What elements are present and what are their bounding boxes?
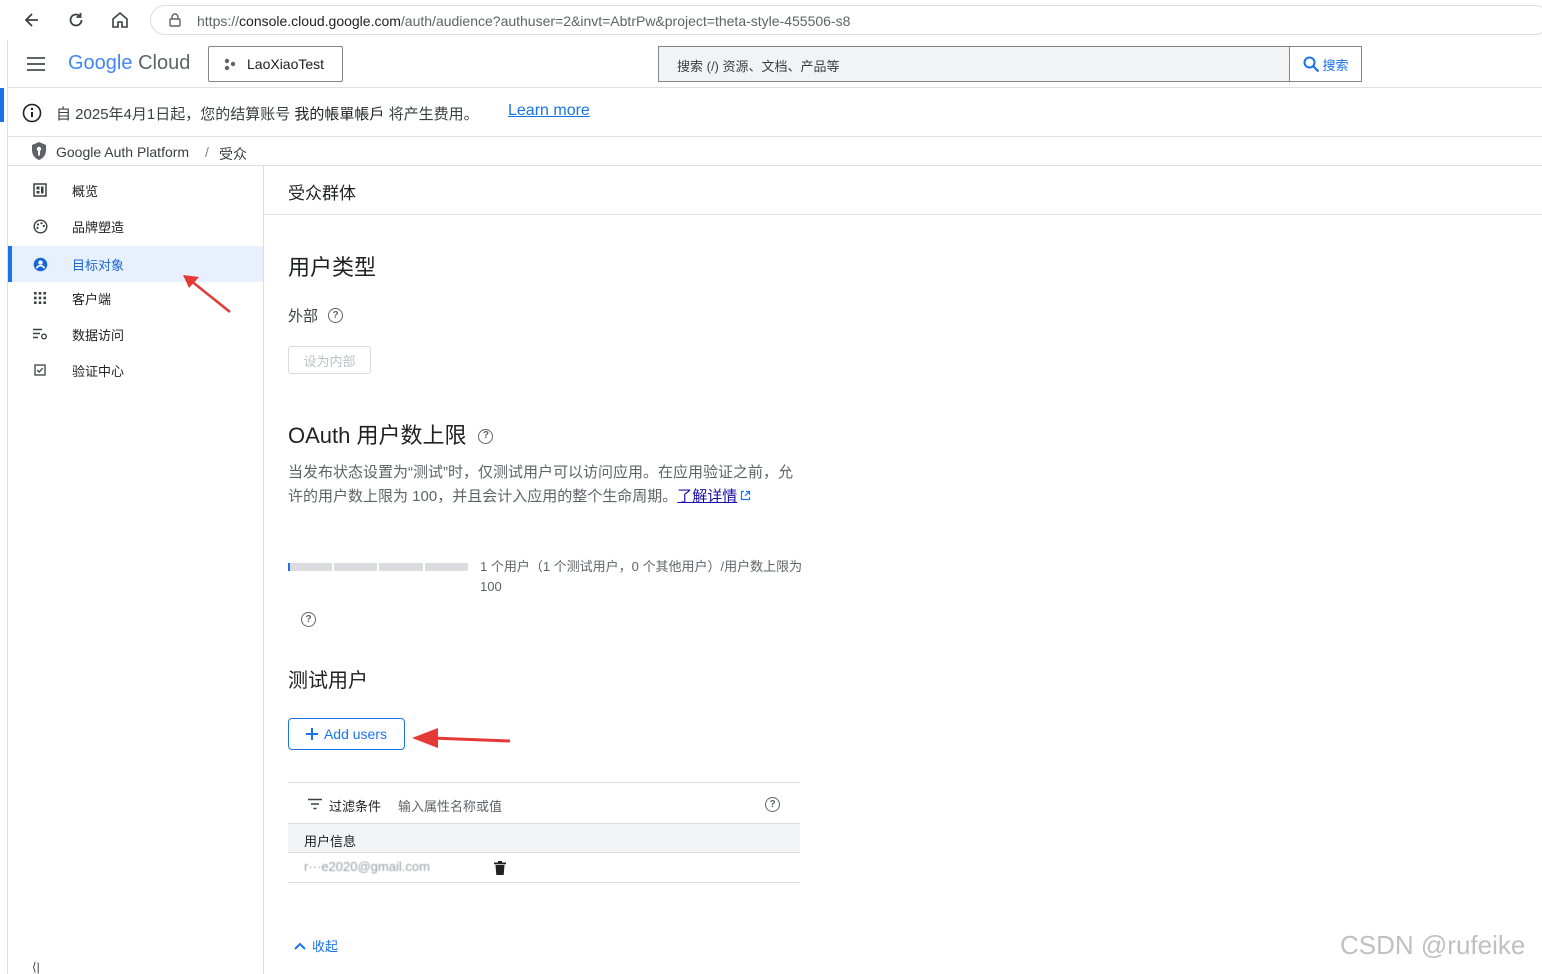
project-picker-button[interactable]: LaoXiaoTest (208, 46, 343, 82)
add-users-button[interactable]: Add users (288, 718, 405, 750)
watermark: CSDN @rufeike (1340, 930, 1526, 960)
user-email: r···e2020@gmail.com (304, 859, 430, 874)
chevron-up-icon (294, 942, 306, 950)
billing-banner: 自 2025年4月1日起，您的结算账号 我的帳單帳戶 将产生费用。 Learn … (8, 89, 1542, 137)
left-edge (0, 40, 8, 974)
sidebar-item-data-access[interactable]: 数据访问 (8, 316, 263, 352)
banner-message: 自 2025年4月1日起，您的结算账号 我的帳單帳戶 将产生费用。 (56, 106, 479, 123)
sidebar-item-label: 品牌塑造 (72, 219, 125, 235)
google-cloud-logo[interactable]: Google Cloud (68, 52, 190, 75)
dashboard-icon (32, 182, 48, 198)
project-icon (223, 57, 237, 71)
menu-icon[interactable] (26, 55, 46, 78)
user-type-value-row: 外部 ? (288, 305, 344, 326)
apps-grid-icon (32, 290, 48, 306)
sidebar-item-overview[interactable]: 概览 (8, 172, 263, 208)
sidebar-item-branding[interactable]: 品牌塑造 (8, 208, 263, 244)
check-box-icon (32, 362, 48, 378)
annotation-arrow-sidebar (183, 275, 231, 313)
back-icon[interactable] (18, 6, 46, 34)
home-icon[interactable] (106, 6, 134, 34)
top-header: Google Cloud LaoXiaoTest 搜索 (/) 资源、文档、产品… (8, 40, 1542, 88)
help-icon[interactable]: ? (765, 797, 780, 812)
test-users-table: 过滤条件 输入属性名称或值 ? 用户信息 r···e2020@gmail.com (288, 782, 800, 883)
left-edge-accent (0, 88, 4, 122)
external-link-icon (740, 490, 751, 501)
browser-toolbar: https://console.cloud.google.com/auth/au… (0, 0, 1542, 40)
collapse-link[interactable]: 收起 (294, 936, 338, 955)
filter-label: 过滤条件 (329, 799, 382, 814)
url-text: https://console.cloud.google.com/auth/au… (197, 13, 851, 29)
logo-google: Google (68, 52, 133, 74)
reload-icon[interactable] (62, 6, 90, 34)
logo-cloud: Cloud (138, 52, 191, 74)
user-cap-usage-text: 1 个用户（1 个测试用户，0 个其他用户）/用户数上限为 100 (480, 559, 803, 594)
oauth-learn-more-link[interactable]: 了解详情 (677, 488, 737, 505)
column-header-user-info: 用户信息 (304, 834, 357, 849)
auth-platform-shield-icon (30, 141, 48, 164)
collapse-label: 收起 (312, 939, 339, 954)
filter-icon (308, 797, 322, 815)
account-circle-icon (32, 256, 48, 272)
oauth-limit-description: 当发布状态设置为“测试”时，仅测试用户可以访问应用。在应用验证之前，允许的用户数… (288, 464, 793, 505)
help-icon[interactable]: ? (301, 612, 316, 627)
info-icon (22, 103, 42, 128)
oauth-limit-heading-row: OAuth 用户数上限 ? (288, 418, 494, 450)
project-name: LaoXiaoTest (247, 56, 325, 72)
search-button-label: 搜索 (1322, 57, 1349, 73)
page-title: 受众群体 (288, 184, 356, 203)
user-type-value: 外部 (288, 308, 319, 325)
collapse-sidebar-icon[interactable]: ⟨| (32, 960, 40, 974)
palette-icon (32, 218, 48, 234)
test-users-heading: 测试用户 (288, 670, 368, 692)
sidebar-item-label: 目标对象 (72, 257, 125, 273)
add-users-label: Add users (323, 726, 388, 742)
banner-learn-more-link[interactable]: Learn more (508, 102, 590, 120)
sidebar-item-verification-center[interactable]: 验证中心 (8, 352, 263, 388)
breadcrumb-product[interactable]: Google Auth Platform (56, 144, 189, 160)
sidebar-item-label: 客户端 (72, 291, 112, 307)
oauth-limit-heading: OAuth 用户数上限 (288, 423, 467, 448)
set-internal-button[interactable]: 设为内部 (288, 346, 371, 374)
user-cap-progress-bar (288, 563, 468, 571)
filter-input[interactable]: 输入属性名称或值 (398, 796, 502, 815)
annotation-arrow-add-users (412, 728, 511, 748)
sidebar-item-label: 验证中心 (72, 363, 125, 379)
help-icon[interactable]: ? (478, 428, 494, 444)
sidebar-item-label: 数据访问 (72, 327, 125, 343)
search-button[interactable]: 搜索 (1289, 46, 1362, 82)
page-title-bar: 受众群体 (264, 166, 1542, 215)
site-info-icon[interactable] (167, 12, 183, 33)
user-cap-progress-fill (288, 563, 290, 571)
search-icon (1302, 55, 1320, 73)
plus-icon (305, 728, 318, 740)
address-bar[interactable]: https://console.cloud.google.com/auth/au… (150, 5, 1542, 35)
table-header-row: 用户信息 (288, 824, 800, 853)
help-icon[interactable]: ? (328, 308, 344, 323)
sidebar-item-label: 概览 (72, 183, 99, 199)
breadcrumb-separator: / (205, 144, 209, 160)
breadcrumb: Google Auth Platform / 受众 (8, 138, 1542, 166)
search-input[interactable]: 搜索 (/) 资源、文档、产品等 (658, 46, 1290, 82)
table-filter-bar[interactable]: 过滤条件 输入属性名称或值 ? (288, 783, 800, 824)
table-row: r···e2020@gmail.com (288, 853, 800, 883)
settings-list-icon (32, 326, 48, 342)
search-placeholder: 搜索 (/) 资源、文档、产品等 (677, 59, 840, 74)
delete-icon[interactable] (494, 861, 506, 880)
breadcrumb-current: 受众 (219, 146, 247, 162)
user-type-heading: 用户类型 (288, 255, 377, 280)
